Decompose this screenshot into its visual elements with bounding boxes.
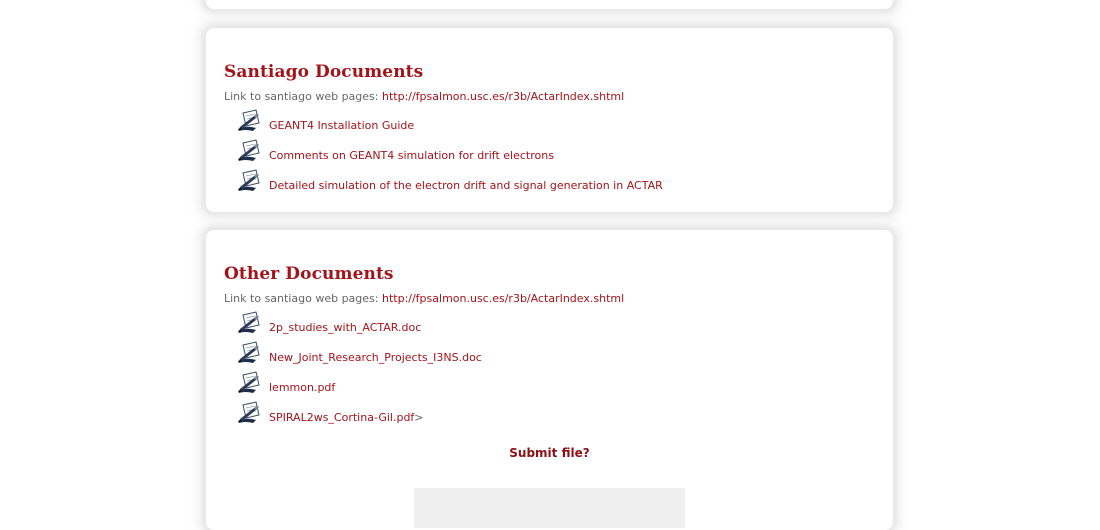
other-intro: Link to santiago web pages: http://fpsal…: [224, 292, 624, 305]
previous-section-panel: [206, 0, 893, 9]
document-pen-icon: [236, 108, 264, 132]
intro-label: Link to santiago web pages:: [224, 292, 382, 305]
document-pen-icon: [236, 310, 264, 334]
document-link-wrapper: SPIRAL2ws_Cortina-Gil.pdf>: [269, 411, 424, 424]
section-title-other: Other Documents: [224, 264, 394, 284]
document-link[interactable]: lemmon.pdf: [269, 381, 335, 394]
other-web-link[interactable]: http://fpsalmon.usc.es/r3b/ActarIndex.sh…: [382, 292, 624, 305]
santiago-intro: Link to santiago web pages: http://fpsal…: [224, 90, 624, 103]
submit-file-link[interactable]: Submit file?: [206, 446, 893, 460]
document-pen-icon: [236, 138, 264, 162]
document-pen-icon: [236, 340, 264, 364]
document-link[interactable]: Detailed simulation of the electron drif…: [269, 179, 663, 192]
document-link[interactable]: SPIRAL2ws_Cortina-Gil.pdf: [269, 411, 414, 424]
document-pen-icon: [236, 400, 264, 424]
intro-label: Link to santiago web pages:: [224, 90, 382, 103]
link-suffix: >: [414, 411, 424, 424]
document-pen-icon: [236, 168, 264, 192]
document-pen-icon: [236, 370, 264, 394]
section-title-santiago: Santiago Documents: [224, 62, 424, 82]
santiago-documents-panel: Santiago Documents Link to santiago web …: [206, 28, 893, 212]
document-link[interactable]: 2p_studies_with_ACTAR.doc: [269, 321, 421, 334]
upload-area[interactable]: [414, 488, 685, 528]
document-link[interactable]: New_Joint_Research_Projects_I3NS.doc: [269, 351, 482, 364]
santiago-web-link[interactable]: http://fpsalmon.usc.es/r3b/ActarIndex.sh…: [382, 90, 624, 103]
document-link[interactable]: Comments on GEANT4 simulation for drift …: [269, 149, 554, 162]
document-link[interactable]: GEANT4 Installation Guide: [269, 119, 414, 132]
other-documents-panel: Other Documents Link to santiago web pag…: [206, 230, 893, 530]
